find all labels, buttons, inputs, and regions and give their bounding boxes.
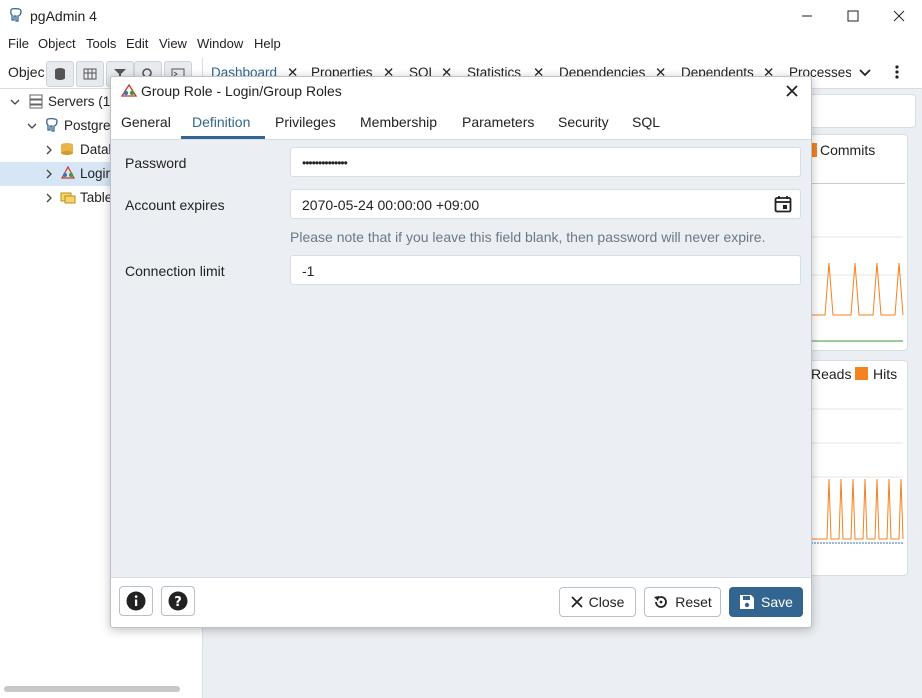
info-icon — [126, 591, 146, 611]
account-expires-field[interactable]: 2070-05-24 00:00:00 +09:00 — [290, 189, 801, 219]
account-expires-label: Account expires — [125, 197, 225, 213]
servers-icon — [29, 94, 43, 109]
block-io-chart-card: Reads Hits — [806, 360, 908, 576]
tree-label-login-roles: Login — [80, 166, 114, 181]
save-button[interactable]: Save — [729, 587, 803, 617]
group-role-dialog: Group Role - Login/Group Roles General D… — [110, 76, 812, 628]
menu-edit[interactable]: Edit — [126, 36, 148, 51]
close-button[interactable]: Close — [559, 587, 636, 617]
close-icon — [570, 596, 583, 608]
dialog-tab-sql[interactable]: SQL — [632, 114, 660, 130]
save-icon — [740, 595, 755, 609]
dialog-tab-membership[interactable]: Membership — [360, 114, 437, 130]
table-icon[interactable] — [76, 61, 104, 87]
calendar-icon[interactable] — [774, 195, 792, 213]
help-icon: ? — [168, 591, 188, 611]
svg-text:?: ? — [174, 595, 182, 610]
tree-label-postgres: Postgre — [64, 118, 111, 133]
commits-legend-label: Commits — [820, 142, 876, 158]
password-field[interactable]: •••••••••••••• — [290, 147, 801, 177]
connection-limit-value: -1 — [302, 263, 315, 279]
dialog-tab-security[interactable]: Security — [558, 114, 609, 130]
block-io-chart-plot — [811, 408, 904, 544]
help-button[interactable]: ? — [161, 586, 195, 616]
connection-limit-label: Connection limit — [125, 263, 225, 279]
tab-list-chevron-down-icon[interactable] — [858, 66, 872, 80]
reset-icon — [654, 596, 668, 608]
chart-divider — [809, 183, 905, 184]
horizontal-scrollbar[interactable] — [4, 686, 180, 692]
window-close-button[interactable] — [876, 0, 922, 32]
hits-legend-swatch — [855, 367, 868, 380]
dashboard-header-card — [806, 94, 916, 128]
dialog-tab-parameters[interactable]: Parameters — [462, 114, 534, 130]
window-title: pgAdmin 4 — [30, 8, 97, 24]
pgadmin-elephant-icon — [8, 7, 24, 23]
dialog-tab-general[interactable]: General — [121, 114, 171, 130]
dialog-tab-definition[interactable]: Definition — [192, 114, 250, 130]
account-expires-value: 2070-05-24 00:00:00 +09:00 — [302, 197, 480, 213]
dialog-tab-privileges[interactable]: Privileges — [275, 114, 336, 130]
menu-window[interactable]: Window — [197, 36, 243, 51]
tree-label-tablespaces: Table — [80, 190, 113, 205]
maximize-button[interactable] — [830, 0, 876, 32]
menu-help[interactable]: Help — [254, 36, 281, 51]
group-role-icon — [120, 84, 138, 98]
menu-tools[interactable]: Tools — [86, 36, 116, 51]
info-button[interactable] — [119, 586, 153, 616]
object-explorer-label: Objec — [8, 64, 45, 80]
transactions-chart-card: Commits — [806, 134, 908, 351]
reset-button-label: Reset — [675, 594, 712, 610]
active-tab-indicator — [181, 136, 265, 139]
database-icon[interactable] — [46, 61, 74, 87]
transactions-chart-plot — [811, 236, 904, 342]
postgres-server-icon — [46, 117, 58, 132]
menu-view[interactable]: View — [159, 36, 187, 51]
minimize-button[interactable] — [784, 0, 830, 32]
hits-legend-label: Hits — [873, 366, 898, 382]
password-label: Password — [125, 155, 187, 171]
menu-file[interactable]: File — [8, 36, 29, 51]
group-roles-icon — [60, 166, 76, 179]
account-expires-help-text: Please note that if you leave this field… — [290, 229, 766, 245]
dialog-title: Group Role - Login/Group Roles — [141, 83, 342, 99]
password-value: •••••••••••••• — [302, 156, 348, 170]
menu-object[interactable]: Object — [38, 36, 76, 51]
dialog-close-icon[interactable] — [785, 84, 799, 98]
tablespace-folder-icon — [60, 192, 76, 204]
database-folder-icon — [61, 143, 73, 155]
reset-button[interactable]: Reset — [644, 587, 721, 617]
more-options-icon[interactable] — [892, 64, 902, 80]
tree-label-servers: Servers (1) — [48, 94, 115, 109]
connection-limit-field[interactable]: -1 — [290, 255, 801, 285]
save-button-label: Save — [761, 594, 793, 610]
close-button-label: Close — [588, 594, 625, 610]
reads-legend-label: Reads — [811, 366, 852, 382]
